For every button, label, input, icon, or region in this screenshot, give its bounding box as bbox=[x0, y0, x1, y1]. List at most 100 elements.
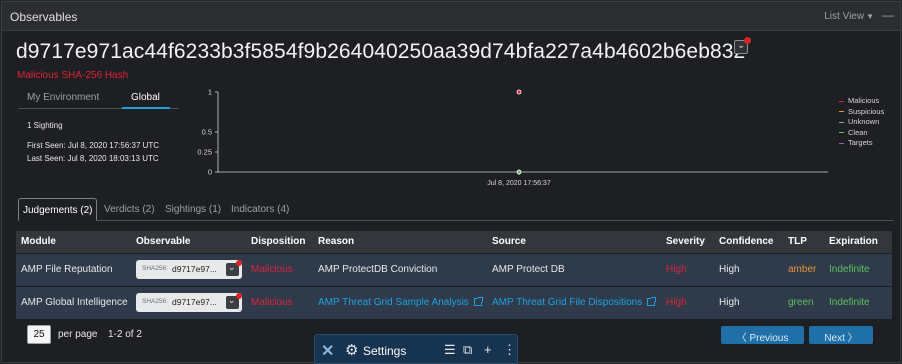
add-icon[interactable]: + bbox=[484, 342, 492, 357]
tab-global[interactable]: Global bbox=[131, 92, 160, 103]
minimize-button[interactable]: — bbox=[882, 8, 894, 22]
tab-indicators[interactable]: Indicators (4) bbox=[231, 198, 289, 221]
disposition-cell: Malicious bbox=[251, 264, 293, 275]
x-tick-label: Jul 8, 2020 17:56:37 bbox=[487, 180, 551, 187]
observable-value: d9717e97... bbox=[172, 297, 217, 307]
legend-swatch bbox=[839, 132, 844, 134]
severity-cell: High bbox=[666, 297, 687, 308]
source-cell: AMP Protect DB bbox=[492, 264, 565, 275]
legend-label: Clean bbox=[848, 127, 868, 137]
observable-chip-menu[interactable]: ⌄ bbox=[226, 260, 242, 276]
observable-chip-menu[interactable]: ⌄ bbox=[226, 293, 242, 309]
last-seen: Last Seen: Jul 8, 2020 18:03:13 UTC bbox=[27, 154, 159, 163]
expiration-cell: Indefinite bbox=[829, 264, 870, 275]
observable-type: SHA256: bbox=[142, 265, 169, 272]
previous-label: Previous bbox=[749, 333, 789, 344]
sighting-count: 1 Sighting bbox=[27, 121, 63, 130]
reason-cell: AMP ProtectDB Conviction bbox=[318, 264, 438, 275]
col-confidence: Confidence bbox=[719, 236, 774, 247]
more-vertical-icon[interactable]: ⋮ bbox=[503, 342, 516, 358]
legend-swatch bbox=[839, 121, 844, 123]
notification-dot-icon bbox=[744, 37, 751, 44]
severity-cell: High bbox=[666, 264, 687, 275]
chevron-down-icon: ▼ bbox=[866, 12, 874, 21]
col-source: Source bbox=[492, 236, 526, 247]
observable-type: SHA256: bbox=[142, 298, 169, 305]
tab-judgements[interactable]: Judgements (2) bbox=[18, 198, 98, 221]
disposition-cell: Malicious bbox=[251, 297, 293, 308]
reason-link[interactable]: AMP Threat Grid Sample Analysis bbox=[318, 297, 483, 308]
table-row[interactable]: AMP File Reputation SHA256: d9717e97... … bbox=[16, 253, 892, 286]
next-label: Next bbox=[824, 333, 845, 344]
col-expiration: Expiration bbox=[829, 236, 878, 247]
y-tick-label: 1 bbox=[208, 88, 212, 97]
module-cell: AMP File Reputation bbox=[21, 264, 113, 275]
panel-header: Observables List View ▼ — bbox=[2, 2, 900, 31]
confidence-cell: High bbox=[719, 297, 740, 308]
chevron-right-icon: 〉 bbox=[847, 333, 858, 344]
external-link-icon bbox=[647, 297, 657, 306]
chevron-left-icon: 〈 bbox=[736, 333, 747, 344]
search-window-icon[interactable]: ⧉ bbox=[463, 342, 472, 358]
gear-icon: ⚙ bbox=[345, 342, 359, 359]
legend-item-suspicious: Suspicious bbox=[839, 107, 884, 118]
observables-panel: Observables List View ▼ — d9717e971ac44f6… bbox=[1, 1, 901, 363]
col-disposition: Disposition bbox=[251, 236, 306, 247]
tab-sightings[interactable]: Sightings (1) bbox=[165, 198, 221, 221]
list-view-dropdown[interactable]: List View ▼ bbox=[824, 11, 874, 22]
observable-menu-button[interactable]: ⌄ bbox=[734, 37, 751, 54]
list-icon[interactable]: ☰ bbox=[444, 342, 456, 358]
legend-item-unknown: Unknown bbox=[839, 117, 884, 128]
legend-label: Targets bbox=[848, 138, 873, 147]
expiration-cell: Indefinite bbox=[829, 297, 870, 308]
source-link-label: AMP Threat Grid File Dispositions bbox=[492, 297, 643, 308]
observable-chip[interactable]: SHA256: d9717e97... ⌄ bbox=[136, 293, 242, 312]
settings-dock[interactable]: ✕ ⚙ Settings ☰ ⧉ + ⋮ bbox=[314, 334, 518, 364]
tlp-cell: green bbox=[788, 297, 814, 308]
legend-item-targets: Targets bbox=[839, 138, 884, 149]
legend-item-clean: Clean bbox=[839, 128, 884, 139]
reason-link-label: AMP Threat Grid Sample Analysis bbox=[318, 297, 469, 308]
environment-tabs: My Environment Global bbox=[18, 88, 179, 109]
col-observable: Observable bbox=[136, 236, 191, 247]
tab-my-environment[interactable]: My Environment bbox=[27, 92, 99, 103]
chevron-down-icon: ⌄ bbox=[228, 295, 236, 305]
first-seen: First Seen: Jul 8, 2020 17:56:37 UTC bbox=[27, 141, 160, 150]
detail-tabs: Judgements (2) Verdicts (2) Sightings (1… bbox=[18, 198, 894, 221]
observable-hash: d9717e971ac44f6233b3f5854f9b264040250aa3… bbox=[16, 40, 746, 63]
active-tab-indicator bbox=[122, 107, 170, 109]
notification-dot-icon bbox=[236, 293, 242, 299]
chart-canvas: 1 0.5 0.25 0 Jul 8, 2020 17:56:37 bbox=[197, 88, 828, 187]
legend-swatch bbox=[839, 142, 844, 144]
legend-item-malicious: Malicious bbox=[839, 96, 884, 107]
tlp-cell: amber bbox=[788, 264, 817, 275]
app-logo-icon: ✕ bbox=[321, 343, 335, 360]
data-point-malicious bbox=[516, 89, 522, 95]
col-severity: Severity bbox=[666, 236, 705, 247]
observable-subtitle: Malicious SHA-256 Hash bbox=[17, 70, 129, 81]
chart-legend: Malicious Suspicious Unknown Clean Targets bbox=[839, 96, 884, 149]
y-tick-label: 0.25 bbox=[197, 148, 212, 157]
col-reason: Reason bbox=[318, 236, 355, 247]
observable-chip[interactable]: SHA256: d9717e97... ⌄ bbox=[136, 260, 242, 279]
data-point-clean bbox=[516, 169, 522, 175]
external-link-icon bbox=[473, 297, 483, 306]
dock-label: Settings bbox=[363, 344, 407, 358]
panel-title: Observables bbox=[10, 10, 78, 24]
tab-verdicts[interactable]: Verdicts (2) bbox=[104, 198, 155, 221]
per-page-select[interactable]: 25 bbox=[27, 325, 51, 344]
legend-label: Suspicious bbox=[848, 106, 885, 116]
col-module: Module bbox=[21, 236, 56, 247]
sightings-chart: 1 0.5 0.25 0 Jul 8, 2020 17:56:37 bbox=[192, 84, 892, 192]
table-row[interactable]: AMP Global Intelligence SHA256: d9717e97… bbox=[16, 286, 892, 319]
legend-label: Malicious bbox=[848, 96, 880, 105]
next-button[interactable]: Next 〉 bbox=[809, 326, 873, 344]
module-cell: AMP Global Intelligence bbox=[21, 297, 128, 308]
legend-swatch bbox=[839, 111, 844, 113]
y-tick-label: 0.5 bbox=[202, 128, 212, 137]
per-page-label: per page bbox=[58, 329, 98, 340]
observable-value: d9717e97... bbox=[172, 264, 217, 274]
source-link[interactable]: AMP Threat Grid File Dispositions bbox=[492, 297, 657, 308]
list-view-label: List View bbox=[824, 11, 865, 22]
previous-button[interactable]: 〈 Previous bbox=[721, 326, 804, 344]
